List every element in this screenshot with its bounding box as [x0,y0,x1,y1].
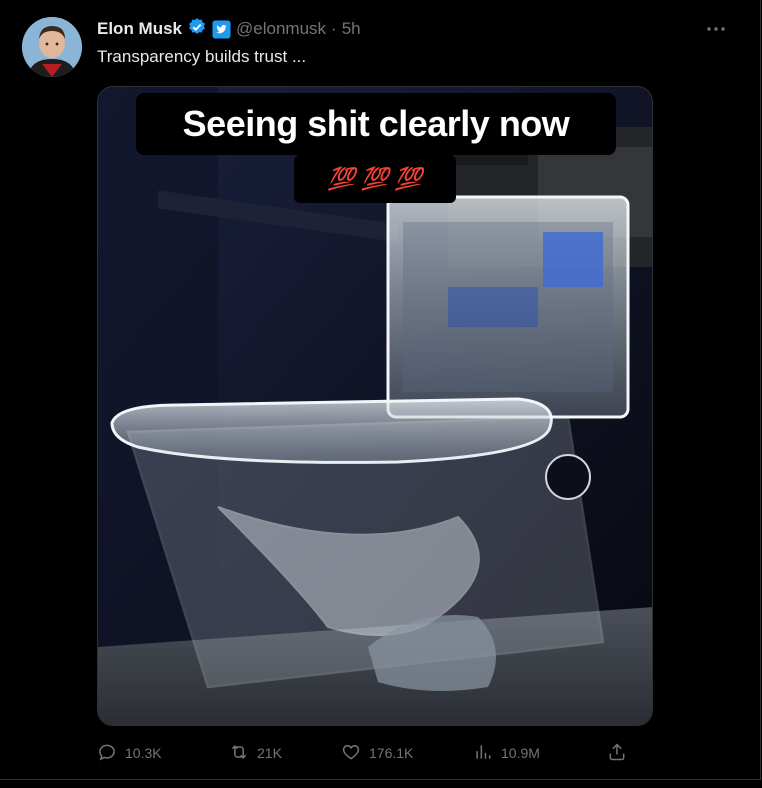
twitter-bird-icon [212,19,231,39]
heart-icon [341,742,361,765]
image-caption: Seeing shit clearly now [136,93,616,155]
tweet-actions: 10.3K 21K 176.1K 10.9M [97,741,637,765]
more-icon [706,19,726,37]
author-name[interactable]: Elon Musk [97,19,182,39]
avatar[interactable] [22,17,82,77]
repost-icon [229,742,249,765]
hundred-points-emoji-line: 💯 💯 💯 [294,155,456,203]
view-count: 10.9M [501,745,540,761]
more-options-button[interactable] [704,18,728,38]
separator-dot: · [331,19,337,38]
verified-badge-icon [187,17,207,42]
repost-button[interactable]: 21K [229,741,282,765]
share-button[interactable] [607,741,627,765]
repost-count: 21K [257,745,282,761]
like-count: 176.1K [369,745,414,761]
tweet-header: Elon Musk @elonmusk · 5h [97,17,361,41]
author-handle[interactable]: @elonmusk [236,19,326,39]
reply-button[interactable]: 10.3K [97,741,162,765]
reply-count: 10.3K [125,745,162,761]
reply-icon [97,742,117,765]
like-button[interactable]: 176.1K [341,741,413,765]
tweet-media-image[interactable]: Seeing shit clearly now 💯 💯 💯 [97,86,653,726]
timestamp[interactable]: 5h [342,19,361,39]
tweet-card[interactable]: Elon Musk @elonmusk · 5h Transparency bu [0,0,761,780]
tweet-text: Transparency builds trust ... [97,47,307,66]
views-button[interactable]: 10.9M [473,741,540,765]
share-icon [607,742,627,765]
views-chart-icon [473,742,493,765]
